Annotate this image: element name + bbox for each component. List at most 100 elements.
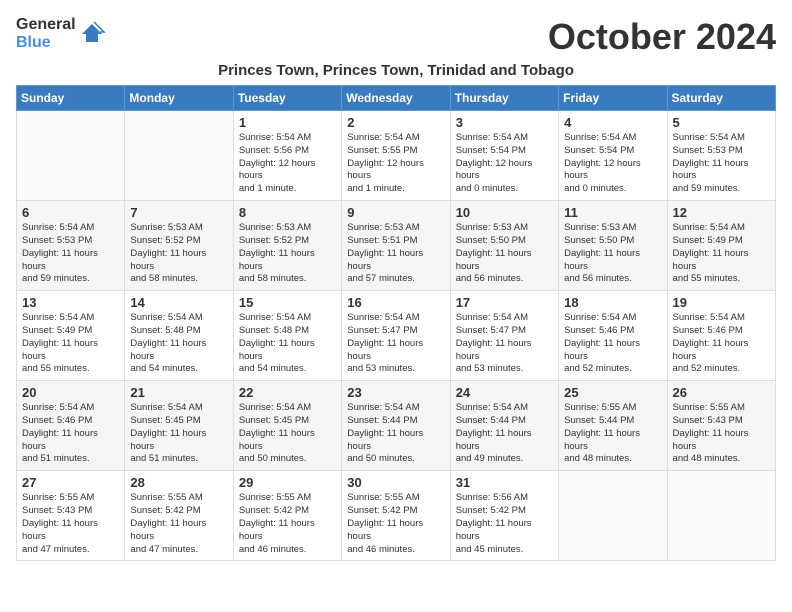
day-info: Sunrise: 5:54 AMSunset: 5:56 PMDaylight:…	[239, 132, 336, 196]
day-info: Sunrise: 5:54 AMSunset: 5:46 PMDaylight:…	[564, 312, 661, 376]
day-info: Sunrise: 5:53 AMSunset: 5:52 PMDaylight:…	[130, 222, 227, 286]
calendar-cell: 31Sunrise: 5:56 AMSunset: 5:42 PMDayligh…	[450, 471, 558, 561]
day-info: Sunrise: 5:54 AMSunset: 5:49 PMDaylight:…	[673, 222, 770, 286]
calendar-cell: 2Sunrise: 5:54 AMSunset: 5:55 PMDaylight…	[342, 111, 450, 201]
calendar-cell: 14 Sunrise: 5:54 AMSunset: 5:48 PMDayligh…	[125, 291, 233, 381]
calendar-week-row: 27 Sunrise: 5:55 AMSunset: 5:43 PMDayligh…	[17, 471, 776, 561]
day-info: Sunrise: 5:53 AMSunset: 5:51 PMDaylight:…	[347, 222, 444, 286]
day-number: 7	[130, 205, 227, 220]
calendar-cell: 25Sunrise: 5:55 AMSunset: 5:44 PMDayligh…	[559, 381, 667, 471]
day-info: Sunrise: 5:55 AMSunset: 5:43 PMDaylight:…	[22, 492, 119, 556]
calendar-cell: 15 Sunrise: 5:54 AMSunset: 5:48 PMDayligh…	[233, 291, 341, 381]
day-number: 5	[673, 115, 770, 130]
day-number: 31	[456, 475, 553, 490]
month-year-title: October 2024	[548, 16, 776, 58]
calendar-cell: 23 Sunrise: 5:54 AMSunset: 5:44 PMDayligh…	[342, 381, 450, 471]
day-of-week-header: Sunday	[17, 86, 125, 111]
day-info: Sunrise: 5:54 AMSunset: 5:46 PMDaylight:…	[22, 402, 119, 466]
day-number: 24	[456, 385, 553, 400]
calendar-cell: 1 Sunrise: 5:54 AMSunset: 5:56 PMDaylight…	[233, 111, 341, 201]
calendar-cell: 20 Sunrise: 5:54 AMSunset: 5:46 PMDayligh…	[17, 381, 125, 471]
day-info: Sunrise: 5:54 AMSunset: 5:46 PMDaylight:…	[673, 312, 770, 376]
day-number: 26	[673, 385, 770, 400]
day-info: Sunrise: 5:54 AMSunset: 5:48 PMDaylight:…	[130, 312, 227, 376]
day-info: Sunrise: 5:54 AMSunset: 5:48 PMDaylight:…	[239, 312, 336, 376]
calendar-cell: 9 Sunrise: 5:53 AMSunset: 5:51 PMDaylight…	[342, 201, 450, 291]
calendar-cell: 4Sunrise: 5:54 AMSunset: 5:54 PMDaylight…	[559, 111, 667, 201]
day-number: 14	[130, 295, 227, 310]
day-info: Sunrise: 5:54 AMSunset: 5:44 PMDaylight:…	[456, 402, 553, 466]
day-number: 11	[564, 205, 661, 220]
day-of-week-header: Tuesday	[233, 86, 341, 111]
calendar-table: SundayMondayTuesdayWednesdayThursdayFrid…	[16, 85, 776, 561]
day-number: 10	[456, 205, 553, 220]
logo-general: General	[16, 16, 76, 33]
calendar-cell: 3 Sunrise: 5:54 AMSunset: 5:54 PMDaylight…	[450, 111, 558, 201]
calendar-cell: 12 Sunrise: 5:54 AMSunset: 5:49 PMDayligh…	[667, 201, 775, 291]
day-info: Sunrise: 5:54 AMSunset: 5:45 PMDaylight:…	[239, 402, 336, 466]
day-info: Sunrise: 5:55 AMSunset: 5:42 PMDaylight:…	[347, 492, 444, 556]
day-number: 4	[564, 115, 661, 130]
day-number: 23	[347, 385, 444, 400]
day-number: 17	[456, 295, 553, 310]
day-number: 15	[239, 295, 336, 310]
page-header: General Blue October 2024	[16, 16, 776, 58]
day-info: Sunrise: 5:53 AMSunset: 5:52 PMDaylight:…	[239, 222, 336, 286]
day-number: 12	[673, 205, 770, 220]
calendar-week-row: 1 Sunrise: 5:54 AMSunset: 5:56 PMDaylight…	[17, 111, 776, 201]
day-info: Sunrise: 5:54 AMSunset: 5:44 PMDaylight:…	[347, 402, 444, 466]
day-number: 27	[22, 475, 119, 490]
day-number: 18	[564, 295, 661, 310]
day-of-week-header: Monday	[125, 86, 233, 111]
day-number: 8	[239, 205, 336, 220]
day-of-week-header: Saturday	[667, 86, 775, 111]
logo-icon	[78, 20, 106, 48]
location-title: Princes Town, Princes Town, Trinidad and…	[16, 62, 776, 79]
day-info: Sunrise: 5:53 AMSunset: 5:50 PMDaylight:…	[456, 222, 553, 286]
calendar-cell	[125, 111, 233, 201]
day-info: Sunrise: 5:54 AMSunset: 5:47 PMDaylight:…	[456, 312, 553, 376]
day-info: Sunrise: 5:54 AMSunset: 5:53 PMDaylight:…	[673, 132, 770, 196]
day-info: Sunrise: 5:55 AMSunset: 5:43 PMDaylight:…	[673, 402, 770, 466]
calendar-cell: 29 Sunrise: 5:55 AMSunset: 5:42 PMDayligh…	[233, 471, 341, 561]
day-number: 20	[22, 385, 119, 400]
calendar-cell	[559, 471, 667, 561]
day-number: 9	[347, 205, 444, 220]
calendar-cell: 7 Sunrise: 5:53 AMSunset: 5:52 PMDaylight…	[125, 201, 233, 291]
calendar-header-row: SundayMondayTuesdayWednesdayThursdayFrid…	[17, 86, 776, 111]
day-of-week-header: Thursday	[450, 86, 558, 111]
calendar-cell: 26 Sunrise: 5:55 AMSunset: 5:43 PMDayligh…	[667, 381, 775, 471]
calendar-cell: 28 Sunrise: 5:55 AMSunset: 5:42 PMDayligh…	[125, 471, 233, 561]
calendar-cell: 22Sunrise: 5:54 AMSunset: 5:45 PMDayligh…	[233, 381, 341, 471]
calendar-body: 1 Sunrise: 5:54 AMSunset: 5:56 PMDaylight…	[17, 111, 776, 561]
day-number: 1	[239, 115, 336, 130]
day-info: Sunrise: 5:53 AMSunset: 5:50 PMDaylight:…	[564, 222, 661, 286]
day-of-week-header: Wednesday	[342, 86, 450, 111]
day-number: 19	[673, 295, 770, 310]
calendar-cell: 27 Sunrise: 5:55 AMSunset: 5:43 PMDayligh…	[17, 471, 125, 561]
calendar-cell: 18 Sunrise: 5:54 AMSunset: 5:46 PMDayligh…	[559, 291, 667, 381]
day-number: 25	[564, 385, 661, 400]
day-number: 29	[239, 475, 336, 490]
day-info: Sunrise: 5:54 AMSunset: 5:47 PMDaylight:…	[347, 312, 444, 376]
day-info: Sunrise: 5:54 AMSunset: 5:45 PMDaylight:…	[130, 402, 227, 466]
day-number: 28	[130, 475, 227, 490]
calendar-cell: 30Sunrise: 5:55 AMSunset: 5:42 PMDayligh…	[342, 471, 450, 561]
day-info: Sunrise: 5:55 AMSunset: 5:42 PMDaylight:…	[239, 492, 336, 556]
calendar-cell: 16 Sunrise: 5:54 AMSunset: 5:47 PMDayligh…	[342, 291, 450, 381]
day-info: Sunrise: 5:55 AMSunset: 5:42 PMDaylight:…	[130, 492, 227, 556]
calendar-cell: 11 Sunrise: 5:53 AMSunset: 5:50 PMDayligh…	[559, 201, 667, 291]
logo: General Blue	[16, 16, 106, 52]
day-info: Sunrise: 5:54 AMSunset: 5:55 PMDaylight:…	[347, 132, 444, 196]
day-number: 16	[347, 295, 444, 310]
calendar-cell: 8 Sunrise: 5:53 AMSunset: 5:52 PMDaylight…	[233, 201, 341, 291]
day-info: Sunrise: 5:54 AMSunset: 5:54 PMDaylight:…	[456, 132, 553, 196]
calendar-week-row: 13Sunrise: 5:54 AMSunset: 5:49 PMDayligh…	[17, 291, 776, 381]
day-info: Sunrise: 5:54 AMSunset: 5:49 PMDaylight:…	[22, 312, 119, 376]
day-number: 6	[22, 205, 119, 220]
calendar-cell	[667, 471, 775, 561]
calendar-cell: 5 Sunrise: 5:54 AMSunset: 5:53 PMDaylight…	[667, 111, 775, 201]
calendar-cell	[17, 111, 125, 201]
day-number: 3	[456, 115, 553, 130]
calendar-week-row: 20 Sunrise: 5:54 AMSunset: 5:46 PMDayligh…	[17, 381, 776, 471]
